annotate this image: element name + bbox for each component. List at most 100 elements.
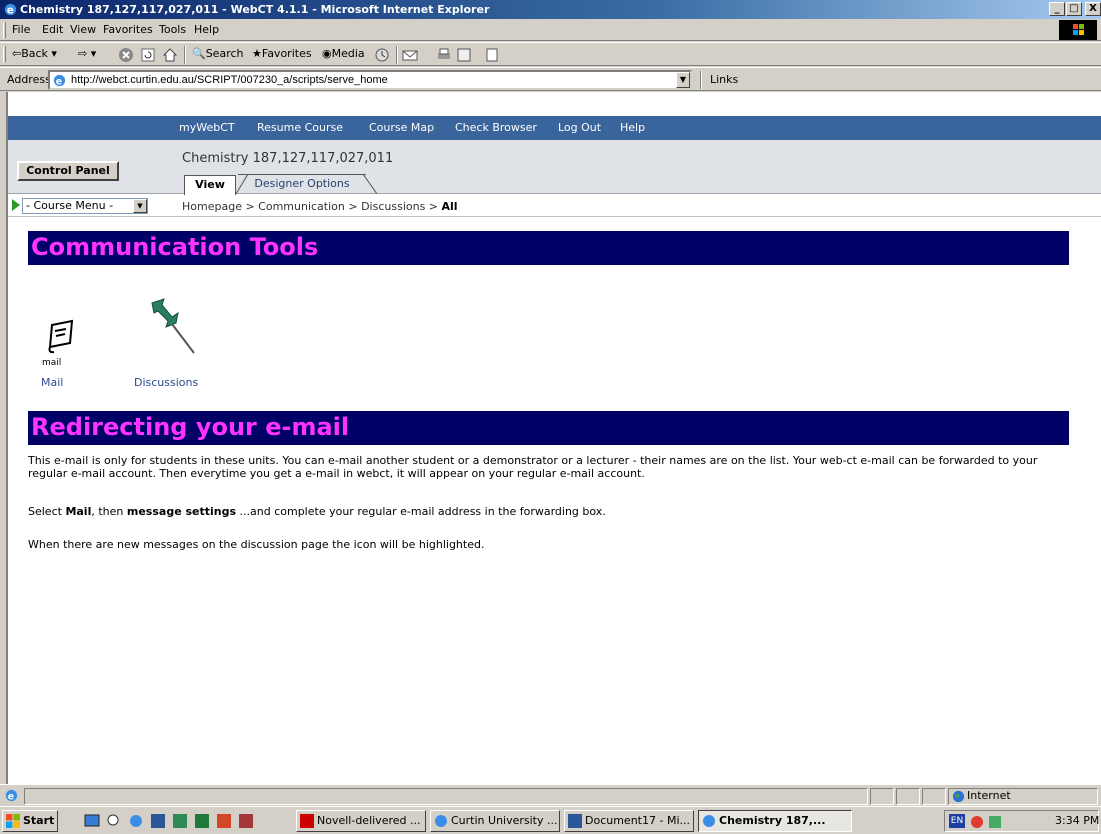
print-icon[interactable] bbox=[436, 47, 452, 63]
nav-mywebct[interactable]: myWebCT bbox=[179, 121, 235, 134]
menu-file[interactable]: File bbox=[12, 23, 30, 36]
edit-icon[interactable] bbox=[456, 47, 472, 63]
favorites-button[interactable]: ★Favorites bbox=[252, 47, 312, 60]
menu-help[interactable]: Help bbox=[194, 23, 219, 36]
page-status-icon: e bbox=[5, 789, 18, 802]
mail-tool-icon[interactable] bbox=[46, 317, 76, 355]
discuss-icon[interactable] bbox=[484, 47, 500, 63]
taskbar-button-document[interactable]: Document17 - Mi... bbox=[564, 810, 694, 832]
status-panel bbox=[870, 788, 894, 805]
expand-arrow-icon[interactable] bbox=[12, 199, 20, 211]
ie-icon: e bbox=[4, 3, 17, 16]
tab-designer-options[interactable]: Designer Options bbox=[238, 174, 366, 194]
course-menu-select[interactable]: - Course Menu - ▼ bbox=[22, 198, 148, 214]
back-arrow-icon: ⇦ bbox=[12, 47, 22, 60]
quicklaunch-access-icon[interactable] bbox=[238, 813, 254, 829]
favorites-icon: ★ bbox=[252, 47, 262, 60]
discussions-link[interactable]: Discussions bbox=[134, 376, 198, 389]
history-icon[interactable] bbox=[374, 47, 390, 63]
network-icon[interactable] bbox=[969, 814, 985, 830]
taskbar-button-novell[interactable]: Novell-delivered ... bbox=[296, 810, 426, 832]
section-header-redirecting-email: Redirecting your e-mail bbox=[28, 411, 1069, 445]
menu-favorites[interactable]: Favorites bbox=[103, 23, 153, 36]
control-panel-button[interactable]: Control Panel bbox=[17, 161, 119, 181]
clock: 3:34 PM bbox=[1055, 814, 1100, 827]
pushpin-icon[interactable] bbox=[148, 297, 198, 357]
minimize-button[interactable]: _ bbox=[1049, 2, 1065, 16]
mail-icon-caption: mail bbox=[42, 358, 62, 368]
maximize-button[interactable]: □ bbox=[1066, 2, 1082, 16]
webct-top-nav: myWebCT Resume Course Course Map Check B… bbox=[8, 116, 1101, 140]
start-button[interactable]: Start bbox=[2, 810, 58, 832]
nav-help[interactable]: Help bbox=[620, 121, 645, 134]
links-button[interactable]: Links bbox=[710, 73, 738, 86]
tray-app-icon[interactable] bbox=[987, 814, 1003, 830]
page-content: myWebCT Resume Course Course Map Check B… bbox=[8, 92, 1101, 784]
address-label: Address bbox=[7, 73, 51, 86]
course-title: Chemistry 187,127,117,027,011 bbox=[182, 151, 394, 166]
ie-icon bbox=[703, 815, 715, 827]
stop-icon[interactable] bbox=[118, 47, 134, 63]
menu-edit[interactable]: Edit bbox=[42, 23, 63, 36]
refresh-icon[interactable] bbox=[140, 47, 156, 63]
address-input[interactable]: e http://webct.curtin.edu.au/SCRIPT/0072… bbox=[48, 70, 692, 90]
nav-course-map[interactable]: Course Map bbox=[369, 121, 434, 134]
windows-logo-icon bbox=[1059, 20, 1097, 40]
close-button[interactable]: X bbox=[1085, 2, 1101, 16]
globe-icon bbox=[952, 790, 965, 803]
svg-text:e: e bbox=[8, 791, 14, 802]
quicklaunch-desktop-icon[interactable] bbox=[84, 813, 100, 829]
quicklaunch-ie-icon[interactable] bbox=[128, 813, 144, 829]
address-dropdown-button[interactable]: ▼ bbox=[676, 72, 690, 88]
taskbar-button-curtin[interactable]: Curtin University ... bbox=[430, 810, 560, 832]
security-zone: Internet bbox=[967, 789, 1011, 802]
quicklaunch-search-icon[interactable] bbox=[106, 813, 122, 829]
standard-toolbar: ⇦Back ▾ ⇨ ▾ 🔍Search ★Favorites ◉Media bbox=[0, 42, 1101, 66]
menu-view[interactable]: View bbox=[70, 23, 96, 36]
section-title: Redirecting your e-mail bbox=[31, 413, 350, 441]
address-url: http://webct.curtin.edu.au/SCRIPT/007230… bbox=[71, 74, 388, 86]
language-indicator[interactable]: EN bbox=[949, 814, 965, 828]
nav-check-browser[interactable]: Check Browser bbox=[455, 121, 537, 134]
tab-view[interactable]: View bbox=[184, 175, 236, 195]
chevron-down-icon: ▼ bbox=[133, 199, 147, 213]
breadcrumb-path[interactable]: Homepage > Communication > Discussions > bbox=[182, 200, 442, 213]
mail-link[interactable]: Mail bbox=[41, 376, 63, 389]
course-menu-value: - Course Menu - bbox=[26, 199, 114, 212]
svg-text:e: e bbox=[56, 76, 62, 87]
status-panel bbox=[922, 788, 946, 805]
status-bar: e Internet bbox=[0, 784, 1101, 805]
paragraph-discussion-note: When there are new messages on the discu… bbox=[28, 538, 485, 551]
page-icon: e bbox=[53, 74, 66, 87]
quicklaunch-powerpoint-icon[interactable] bbox=[216, 813, 232, 829]
status-panel bbox=[896, 788, 920, 805]
toolbar-grip bbox=[3, 22, 6, 38]
nav-log-out[interactable]: Log Out bbox=[558, 121, 601, 134]
quicklaunch-excel-icon[interactable] bbox=[194, 813, 210, 829]
toolbar-grip bbox=[3, 46, 6, 62]
toolbar-separator bbox=[396, 46, 398, 64]
quicklaunch-word-icon[interactable] bbox=[150, 813, 166, 829]
mail-icon[interactable] bbox=[402, 47, 418, 63]
nav-resume-course[interactable]: Resume Course bbox=[257, 121, 343, 134]
taskbar-button-chemistry[interactable]: Chemistry 187,... bbox=[698, 810, 852, 832]
quicklaunch-outlook-icon[interactable] bbox=[172, 813, 188, 829]
paragraph-select-mail: Select Mail, then message settings ...an… bbox=[28, 505, 606, 518]
menu-tools[interactable]: Tools bbox=[159, 23, 186, 36]
back-button[interactable]: ⇦Back ▾ bbox=[12, 47, 57, 60]
section-title: Communication Tools bbox=[31, 233, 319, 261]
tab-edge-right bbox=[363, 174, 377, 194]
status-text-panel bbox=[24, 788, 868, 805]
paragraph-email-info: This e-mail is only for students in thes… bbox=[28, 454, 1038, 480]
home-icon[interactable] bbox=[162, 47, 178, 63]
windows-flag-icon bbox=[6, 814, 20, 828]
forward-arrow-icon: ⇨ ▾ bbox=[78, 47, 97, 60]
forward-button[interactable]: ⇨ ▾ bbox=[78, 47, 96, 60]
section-header-communication-tools: Communication Tools bbox=[28, 231, 1069, 265]
svg-text:e: e bbox=[7, 4, 14, 16]
media-button[interactable]: ◉Media bbox=[322, 47, 365, 60]
menu-bar: File Edit View Favorites Tools Help bbox=[0, 19, 1101, 41]
search-button[interactable]: 🔍Search bbox=[192, 47, 244, 60]
search-icon: 🔍 bbox=[192, 47, 206, 60]
toolbar-separator bbox=[700, 71, 702, 89]
